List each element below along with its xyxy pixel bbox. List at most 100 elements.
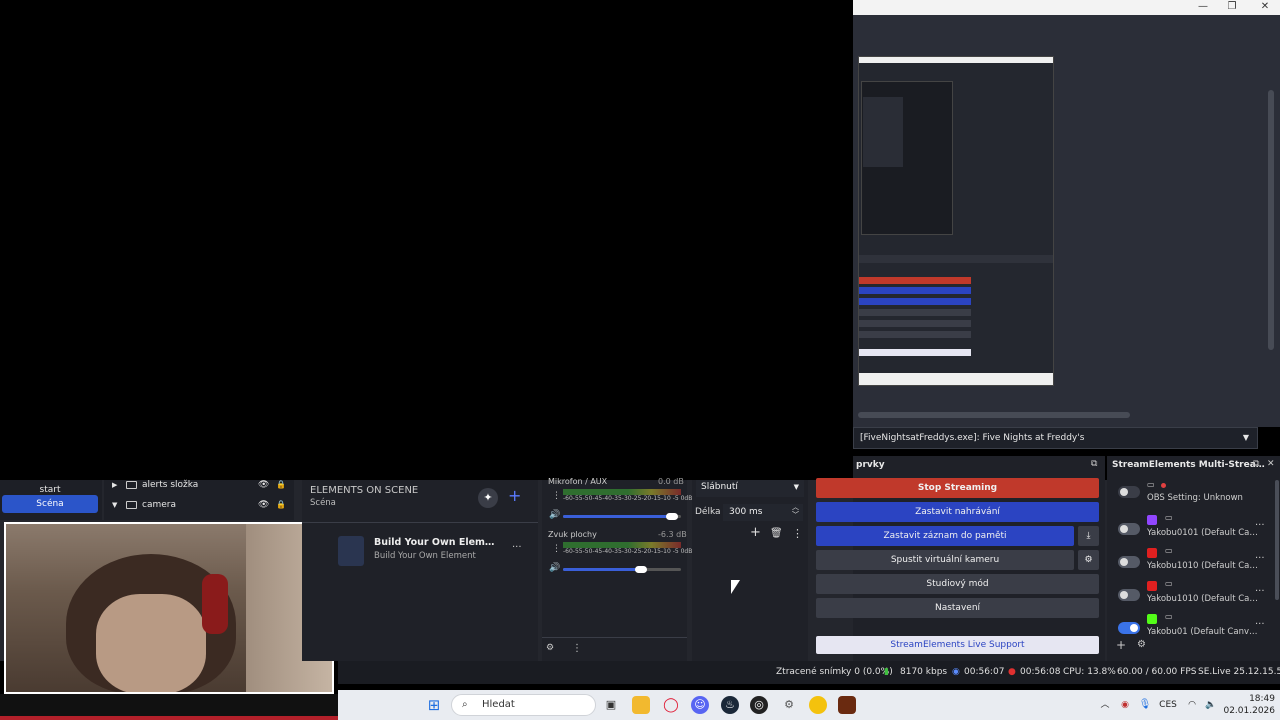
expander-down-icon[interactable]: ▼ (112, 495, 117, 515)
chevron-down-icon: ▼ (1242, 433, 1249, 442)
game-capture-area (0, 0, 853, 480)
scene-item-selected[interactable]: Scéna (2, 495, 98, 513)
gear-icon[interactable]: ⚙ (1137, 639, 1146, 650)
language-indicator[interactable]: CES (1156, 696, 1180, 714)
se-elements-title: ELEMENTS ON SCENE (310, 485, 419, 496)
opera-icon[interactable]: ◯ (662, 696, 680, 714)
destination-more-button[interactable]: ··· (1255, 520, 1265, 531)
preview-vertical-scrollbar[interactable] (1268, 90, 1274, 350)
element-card-title: Build Your Own Elem… (374, 537, 495, 548)
lock-icon[interactable]: 🔒 (276, 495, 286, 515)
obs-setting-toggle[interactable] (1118, 486, 1140, 498)
volume-icon[interactable]: 🔈 (1202, 696, 1220, 714)
speaker-icon[interactable]: 🔊 (549, 510, 560, 520)
clock-time: 18:49 (1249, 694, 1275, 704)
element-card[interactable]: Build Your Own Elem… Build Your Own Elem… (338, 534, 534, 568)
microphone-icon[interactable]: 🎙 (1136, 696, 1154, 714)
se-version: SE.Live 25.12.15.535 (1198, 667, 1280, 677)
mixer-menu-icon[interactable]: ⋮ (572, 643, 582, 654)
start-virtual-camera-button[interactable]: Spustit virtuální kameru (816, 550, 1074, 570)
stop-recording-button[interactable]: Zastavit nahrávání (816, 502, 1099, 522)
speaker-icon[interactable]: 🔊 (549, 563, 560, 573)
preview-horizontal-scrollbar[interactable] (858, 412, 1130, 418)
add-transition-button[interactable]: + (750, 525, 761, 540)
wifi-icon[interactable]: ◠ (1183, 696, 1201, 714)
undock-icon[interactable]: ⧉ (1253, 459, 1259, 469)
monitor-icon: ▭ (1165, 546, 1173, 555)
lock-icon[interactable]: 🔒 (276, 475, 286, 495)
youtube-icon (1147, 581, 1157, 591)
duration-input[interactable]: 300 ms ︿ ﹀ (723, 503, 803, 521)
eye-icon[interactable]: 👁 (258, 495, 269, 515)
trash-icon[interactable]: 🗑 (770, 528, 783, 539)
add-destination-icon[interactable]: + (1116, 638, 1126, 652)
studio-mode-button[interactable]: Studiový mód (816, 574, 1099, 594)
duration-label: Délka (695, 507, 721, 517)
add-element-button[interactable]: + (508, 486, 521, 505)
capture-window-select[interactable]: [FiveNightsatFreddys.exe]: Five Nights a… (853, 427, 1258, 449)
volume-slider-thumb[interactable] (635, 566, 647, 573)
signal-icon: ▮ (884, 667, 889, 677)
save-replay-button[interactable]: ⤓ (1078, 526, 1099, 546)
mixer-channel-name: Mikrofon / AUX (548, 477, 608, 486)
settings-button[interactable]: Nastavení (816, 598, 1099, 618)
destination-more-button[interactable]: ··· (1255, 553, 1265, 564)
taskbar-search[interactable]: ⌕ Hledat (451, 694, 596, 716)
tray-app-icon[interactable]: ◉ (1116, 696, 1134, 714)
source-row[interactable]: ▶ alerts složka 👁 🔒 (104, 475, 294, 495)
advanced-audio-icon[interactable]: ⚙ (546, 643, 554, 653)
dropped-frames: Ztracené snímky 0 (0.0%) (776, 667, 893, 677)
transition-menu-icon[interactable]: ⋮ (792, 527, 803, 540)
transition-select[interactable]: Slábnutí ▼ (696, 480, 804, 497)
chrome-icon[interactable] (809, 696, 827, 714)
tray-chevron-icon[interactable]: ︿ (1096, 696, 1114, 714)
gear-icon: ⚙ (1084, 555, 1093, 565)
stop-streaming-button[interactable]: Stop Streaming (816, 478, 1099, 498)
steam-icon[interactable]: ♨ (721, 696, 739, 714)
eye-icon[interactable]: 👁 (258, 475, 269, 495)
sparkle-icon[interactable]: ✦ (478, 488, 498, 508)
settings-app-icon[interactable]: ⚙ (780, 696, 798, 714)
destination-more-button[interactable]: ··· (1255, 619, 1265, 630)
clock[interactable]: 18:49 02.01.2026 (1223, 693, 1275, 717)
file-explorer-icon[interactable] (632, 696, 650, 714)
destination-row: ▭ Yakobu1010 (Default Ca… ··· (1107, 579, 1280, 614)
stop-replay-buffer-button[interactable]: Zastavit záznam do paměti (816, 526, 1074, 546)
destination-label: Yakobu01 (Default Canv… (1147, 627, 1258, 637)
monitor-icon: ▭ (1147, 480, 1155, 489)
spin-icon[interactable]: ︿ ﹀ (792, 503, 799, 519)
nested-preview-thumbnail (858, 56, 1054, 386)
destination-row: ▭ Yakobu01 (Default Canv… ··· (1107, 612, 1280, 647)
destination-toggle[interactable] (1118, 523, 1140, 535)
channel-menu-icon[interactable]: ⋮ (552, 544, 561, 554)
monitor-icon: ▭ (1165, 513, 1173, 522)
mouse-cursor (731, 580, 740, 594)
source-row[interactable]: ▼ camera 👁 🔒 (104, 495, 294, 515)
close-button[interactable]: ✕ (1258, 1, 1272, 13)
destination-toggle[interactable] (1118, 556, 1140, 568)
close-panel-icon[interactable]: ✕ (1267, 459, 1275, 469)
undock-icon[interactable]: ⧉ (1091, 459, 1097, 469)
multistream-panel: StreamElements Multi-Strea… ⧉ ✕ ▭ OBS Se… (1107, 456, 1280, 661)
minimize-button[interactable]: — (1196, 1, 1210, 13)
volume-slider-thumb[interactable] (666, 513, 678, 520)
discord-icon[interactable]: ☺ (691, 696, 709, 714)
maximize-button[interactable]: ❐ (1225, 1, 1239, 13)
fnaf-game-icon[interactable] (838, 696, 856, 714)
destination-toggle[interactable] (1118, 589, 1140, 601)
destination-toggle[interactable] (1118, 622, 1140, 634)
element-card-subtitle: Build Your Own Element (374, 551, 476, 561)
channel-menu-icon[interactable]: ⋮ (552, 491, 561, 501)
expander-right-icon[interactable]: ▶ (112, 475, 117, 495)
element-more-button[interactable]: ··· (512, 542, 522, 553)
obs-icon[interactable]: ◎ (750, 696, 768, 714)
se-live-support-button[interactable]: StreamElements Live Support (816, 636, 1099, 654)
windows-start-icon[interactable]: ⊞ (425, 696, 443, 714)
transitions-panel: Slábnutí ▼ Délka 300 ms ︿ ﹀ + 🗑 ⋮ (692, 480, 808, 661)
virtual-camera-settings-button[interactable]: ⚙ (1078, 550, 1099, 570)
task-view-icon[interactable]: ▣ (602, 696, 620, 714)
duration-value: 300 ms (729, 507, 763, 517)
source-label: alerts složka (142, 480, 199, 490)
multistream-scrollbar[interactable] (1275, 480, 1279, 600)
destination-more-button[interactable]: ··· (1255, 586, 1265, 597)
